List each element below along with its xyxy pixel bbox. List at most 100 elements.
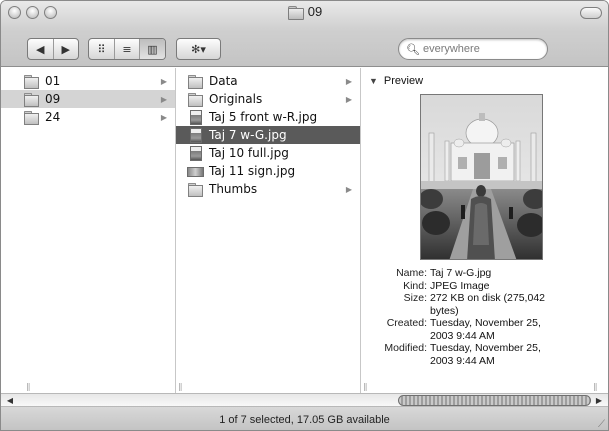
scroll-right-arrow-icon[interactable]: ▶ xyxy=(592,394,606,407)
info-key-empty xyxy=(361,355,430,368)
column-resize-handle[interactable]: || xyxy=(593,382,599,391)
info-size-row: Size: 272 KB on disk (275,042 xyxy=(361,292,606,305)
list-item[interactable]: Taj 5 front w-R.jpg xyxy=(176,108,360,126)
info-modified-row-cont: 2003 9:44 AM xyxy=(361,355,606,368)
action-menu-group: ✻▾ xyxy=(176,38,221,60)
item-label: Originals xyxy=(209,92,263,106)
view-mode-group: ⠿ ≡ ▥ xyxy=(88,38,166,60)
finder-window: 09 ◀ ▶ ⠿ ≡ ▥ ✻▾ 🔍︎ everywhere 01 ▶ 09 ▶ … xyxy=(0,0,609,431)
resize-grip-icon[interactable]: ⟋ xyxy=(598,419,605,430)
taj-mahal-photo xyxy=(421,95,542,259)
info-key: Size: xyxy=(403,292,427,304)
list-item[interactable]: Data ▶ xyxy=(176,72,360,90)
disclosure-arrow-icon: ▶ xyxy=(345,184,352,194)
item-label: Taj 10 full.jpg xyxy=(209,146,289,160)
column-2[interactable]: Data ▶ Originals ▶ Taj 5 front w-R.jpg T… xyxy=(176,68,361,393)
info-value: JPEG Image xyxy=(430,279,490,292)
window-title-text: 09 xyxy=(307,4,323,19)
folder-icon xyxy=(187,92,203,107)
column-browser: 01 ▶ 09 ▶ 24 ▶ || Data ▶ Originals ▶ Taj… xyxy=(1,68,608,393)
info-key-empty xyxy=(361,330,430,343)
info-created-row-cont: 2003 9:44 AM xyxy=(361,330,606,343)
info-name-row: Name: Taj 7 w-G.jpg xyxy=(361,267,606,280)
column-resize-handle[interactable]: || xyxy=(178,382,184,391)
gear-icon: ✻▾ xyxy=(191,42,206,56)
folder-icon xyxy=(23,110,39,125)
disclosure-arrow-icon: ▶ xyxy=(160,94,167,104)
image-file-icon xyxy=(187,164,204,178)
disclosure-arrow-icon: ▶ xyxy=(160,76,167,86)
status-bar: 1 of 7 selected, 17.05 GB available ⟋ xyxy=(1,407,608,430)
icon-view-button[interactable]: ⠿ xyxy=(89,39,115,59)
horizontal-scrollbar[interactable]: ◀ ▶ xyxy=(1,393,608,407)
list-item-selected[interactable]: Taj 7 w-G.jpg xyxy=(176,126,360,144)
column-view-icon: ▥ xyxy=(147,42,158,56)
search-field[interactable]: 🔍︎ xyxy=(398,38,548,60)
status-text: 1 of 7 selected, 17.05 GB available xyxy=(219,413,390,426)
list-item[interactable]: Originals ▶ xyxy=(176,90,360,108)
info-value: 272 KB on disk (275,042 xyxy=(430,292,545,304)
list-item[interactable]: Taj 11 sign.jpg xyxy=(176,162,360,180)
info-key-empty xyxy=(361,305,430,318)
icon-view-icon: ⠿ xyxy=(97,42,106,56)
folder-icon xyxy=(187,74,203,89)
item-label: 09 xyxy=(45,92,61,106)
preview-column: ▼ Preview Name: Taj 7 w-G.jpg Kind: JPEG… xyxy=(361,68,606,393)
disclosure-arrow-icon: ▶ xyxy=(345,76,352,86)
back-forward-group: ◀ ▶ xyxy=(27,38,79,60)
info-key: Created: xyxy=(386,317,427,329)
image-file-icon xyxy=(187,146,203,161)
back-arrow-icon: ◀ xyxy=(36,42,45,56)
list-item[interactable]: Thumbs ▶ xyxy=(176,180,360,198)
list-view-button[interactable]: ≡ xyxy=(115,39,140,59)
item-label: Thumbs xyxy=(209,182,258,196)
preview-header[interactable]: ▼ Preview xyxy=(369,75,423,87)
column-view-button[interactable]: ▥ xyxy=(140,39,165,59)
info-key: Modified: xyxy=(384,342,427,354)
forward-button[interactable]: ▶ xyxy=(54,39,79,59)
info-created-row: Created: Tuesday, November 25, xyxy=(361,317,606,330)
list-item-selected[interactable]: 09 ▶ xyxy=(1,90,175,108)
info-value: Tuesday, November 25, xyxy=(430,317,541,329)
window-title: 09 xyxy=(1,4,608,20)
info-value: 2003 9:44 AM xyxy=(430,354,495,367)
list-item[interactable]: 24 ▶ xyxy=(1,108,175,126)
disclosure-triangle-icon[interactable]: ▼ xyxy=(369,76,378,86)
list-item[interactable]: 01 ▶ xyxy=(1,72,175,90)
column-resize-handle[interactable]: || xyxy=(363,382,369,391)
preview-heading: Preview xyxy=(383,75,424,87)
info-key: Kind: xyxy=(403,279,427,292)
preview-image xyxy=(420,94,543,260)
info-size-row-cont: bytes) xyxy=(361,305,606,318)
file-info: Name: Taj 7 w-G.jpg Kind: JPEG Image Siz… xyxy=(361,267,606,367)
item-label: 01 xyxy=(45,74,61,88)
info-value: Tuesday, November 25, xyxy=(430,342,541,354)
disclosure-arrow-icon: ▶ xyxy=(345,94,352,104)
title-toolbar: 09 ◀ ▶ ⠿ ≡ ▥ ✻▾ 🔍︎ everywhere xyxy=(1,1,608,67)
scroll-left-arrow-icon[interactable]: ◀ xyxy=(3,394,17,407)
list-view-icon: ≡ xyxy=(122,42,132,56)
info-key: Name: xyxy=(396,267,427,279)
folder-icon xyxy=(23,92,39,107)
folder-icon xyxy=(187,182,203,197)
scroll-thumb[interactable] xyxy=(398,395,591,406)
action-menu-button[interactable]: ✻▾ xyxy=(177,39,220,59)
image-file-icon xyxy=(187,110,203,125)
back-button[interactable]: ◀ xyxy=(28,39,54,59)
info-value: 2003 9:44 AM xyxy=(430,329,495,342)
list-item[interactable]: Taj 10 full.jpg xyxy=(176,144,360,162)
search-input[interactable] xyxy=(422,43,541,55)
item-label: Data xyxy=(209,74,238,88)
info-value: bytes) xyxy=(430,304,459,317)
search-icon: 🔍︎ xyxy=(406,42,420,56)
info-value: Taj 7 w-G.jpg xyxy=(430,267,492,279)
folder-icon xyxy=(23,74,39,89)
column-resize-handle[interactable]: || xyxy=(26,382,32,391)
image-file-icon xyxy=(187,128,203,143)
column-1[interactable]: 01 ▶ 09 ▶ 24 ▶ || xyxy=(1,68,176,393)
disclosure-arrow-icon: ▶ xyxy=(160,112,167,122)
item-label: Taj 5 front w-R.jpg xyxy=(209,110,318,124)
info-kind-row: Kind: JPEG Image xyxy=(361,280,606,293)
item-label: 24 xyxy=(45,110,61,124)
item-label: Taj 11 sign.jpg xyxy=(209,164,296,178)
